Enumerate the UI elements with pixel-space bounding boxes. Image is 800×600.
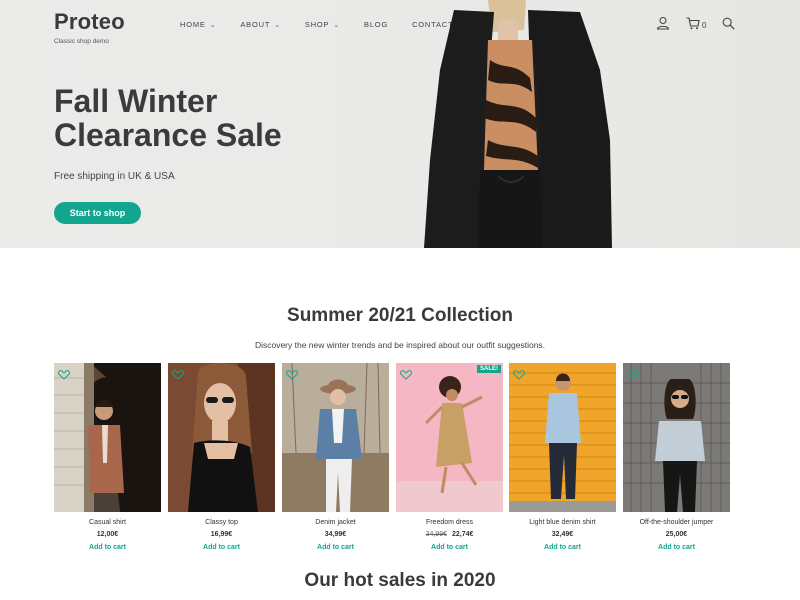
nav-item-about[interactable]: ABOUT ⌄ (240, 20, 281, 29)
product-price: 16,99€ (168, 531, 275, 538)
heart-icon[interactable] (627, 367, 639, 385)
product-name[interactable]: Off-the-shoulder jumper (623, 519, 730, 526)
price-current: 12,00€ (96, 531, 119, 538)
sale-badge: SALE! (477, 365, 501, 373)
heart-icon[interactable] (58, 367, 70, 385)
add-to-cart-button[interactable]: Add to cart (396, 544, 503, 551)
nav-item-blog[interactable]: BLOG (364, 20, 388, 29)
collection-title: Summer 20/21 Collection (287, 305, 513, 326)
nav-label: BLOG (364, 20, 389, 29)
heart-icon[interactable] (172, 367, 184, 385)
product-price: 34,99€ (282, 531, 389, 538)
add-to-cart-button[interactable]: Add to cart (282, 544, 389, 551)
search-icon[interactable] (722, 17, 736, 30)
hero-banner: Proteo Classic shop demo HOME ⌄ ABOUT ⌄ SH… (0, 0, 800, 248)
product-image[interactable] (54, 363, 161, 512)
product-card[interactable]: SALE! Freedom dress 34,99€ 22,74€ Add to … (396, 363, 503, 551)
heart-icon[interactable] (400, 367, 412, 385)
product-price: 32,49€ (509, 531, 616, 538)
hot-sales-title: Our hot sales in 2020 (304, 570, 496, 591)
price-current: 22,74€ (452, 531, 474, 538)
brand-name: Proteo (54, 9, 125, 34)
brand-logo[interactable]: Proteo Classic shop demo (54, 9, 125, 46)
heart-icon[interactable] (513, 367, 525, 385)
cart-icon[interactable]: 0 (686, 16, 707, 30)
hero-model-image (424, 0, 612, 248)
price-current: 16,99€ (210, 531, 233, 538)
chevron-down-icon: ⌄ (333, 21, 341, 29)
product-card[interactable]: Off-the-shoulder jumper 25,00€ Add to ca… (623, 363, 730, 551)
product-image[interactable]: SALE! (396, 363, 503, 512)
price-current: 34,99€ (324, 531, 347, 538)
product-image[interactable] (509, 363, 616, 512)
product-name[interactable]: Freedom dress (396, 519, 503, 526)
nav-item-home[interactable]: HOME ⌄ (180, 20, 216, 29)
chevron-down-icon: ⌄ (209, 21, 217, 29)
price-current: 25,00€ (665, 531, 688, 538)
nav-label: ABOUT (240, 20, 271, 29)
price-current: 32,49€ (551, 531, 574, 538)
nav-label: SHOP (304, 20, 330, 29)
product-name[interactable]: Classy top (168, 519, 275, 526)
nav-item-shop[interactable]: SHOP ⌄ (305, 20, 340, 29)
product-price: 25,00€ (623, 531, 730, 538)
product-card[interactable]: Denim jacket 34,99€ Add to cart (282, 363, 389, 551)
chevron-down-icon: ⌄ (274, 21, 281, 29)
add-to-cart-button[interactable]: Add to cart (168, 544, 275, 551)
add-to-cart-button[interactable]: Add to cart (623, 544, 730, 551)
product-name[interactable]: Casual shirt (54, 519, 161, 526)
add-to-cart-button[interactable]: Add to cart (54, 544, 161, 551)
product-price: 34,99€ 22,74€ (396, 531, 503, 538)
heart-icon[interactable] (286, 367, 298, 385)
brand-tagline: Classic shop demo (54, 38, 109, 45)
hero-title: Fall Winter Clearance Sale (54, 83, 282, 153)
product-grid: Casual shirt 12,00€ Add to cart Classy t… (54, 363, 734, 563)
price-old: 34,99€ (425, 531, 447, 538)
product-card[interactable]: Casual shirt 12,00€ Add to cart (54, 363, 161, 551)
cart-count: 0 (702, 20, 707, 30)
product-image[interactable] (623, 363, 730, 512)
product-image[interactable] (168, 363, 275, 512)
header-icons: 0 (656, 16, 751, 30)
collection-subtitle: Discovery the new winter trends and be i… (254, 340, 546, 350)
product-card[interactable]: Classy top 16,99€ Add to cart (168, 363, 275, 551)
user-icon[interactable] (656, 16, 670, 30)
product-price: 12,00€ (54, 531, 161, 538)
product-name[interactable]: Light blue denim shirt (509, 519, 616, 526)
hero-subtitle: Free shipping in UK & USA (54, 171, 175, 182)
nav-label: HOME (180, 20, 206, 29)
product-image[interactable] (282, 363, 389, 512)
add-to-cart-button[interactable]: Add to cart (509, 544, 616, 551)
product-name[interactable]: Denim jacket (282, 519, 389, 526)
product-card[interactable]: Light blue denim shirt 32,49€ Add to car… (509, 363, 616, 551)
start-to-shop-button[interactable]: Start to shop (54, 202, 141, 224)
